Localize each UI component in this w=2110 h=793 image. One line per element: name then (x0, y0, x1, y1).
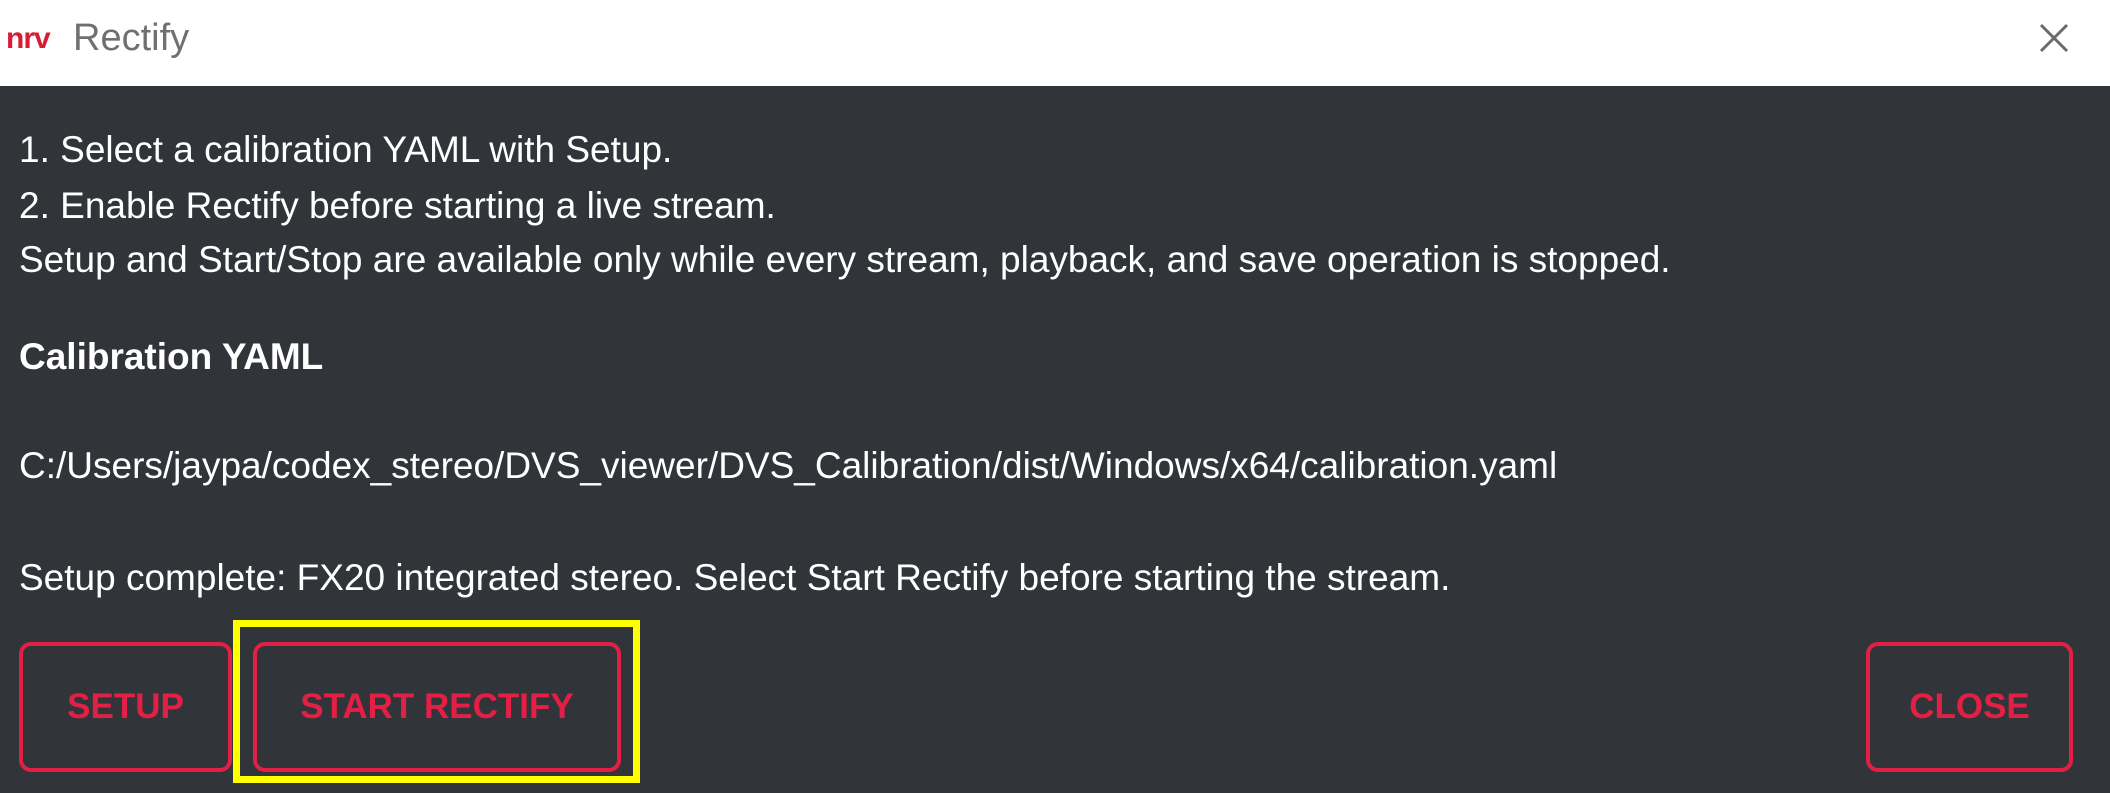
instruction-step-2: 2. Enable Rectify before starting a live… (19, 185, 776, 226)
instruction-step-1: 1. Select a calibration YAML with Setup. (19, 129, 673, 170)
rectify-dialog: nrv Rectify 1. Select a calibration YAML… (0, 0, 2110, 793)
window-title: Rectify (73, 17, 190, 59)
start-rectify-button[interactable]: START RECTIFY (253, 642, 621, 772)
calibration-yaml-heading: Calibration YAML (19, 336, 324, 377)
dialog-body: 1. Select a calibration YAML with Setup.… (0, 86, 2110, 793)
close-button[interactable]: CLOSE (1866, 642, 2073, 772)
setup-button[interactable]: SETUP (19, 642, 232, 772)
instruction-note: Setup and Start/Stop are available only … (19, 239, 1671, 280)
status-message: Setup complete: FX20 integrated stereo. … (19, 557, 1451, 598)
close-icon[interactable] (2032, 16, 2076, 60)
calibration-file-path: C:/Users/jaypa/codex_stereo/DVS_viewer/D… (19, 445, 1558, 486)
app-logo: nrv (6, 22, 51, 55)
title-bar: nrv Rectify (0, 0, 2110, 87)
